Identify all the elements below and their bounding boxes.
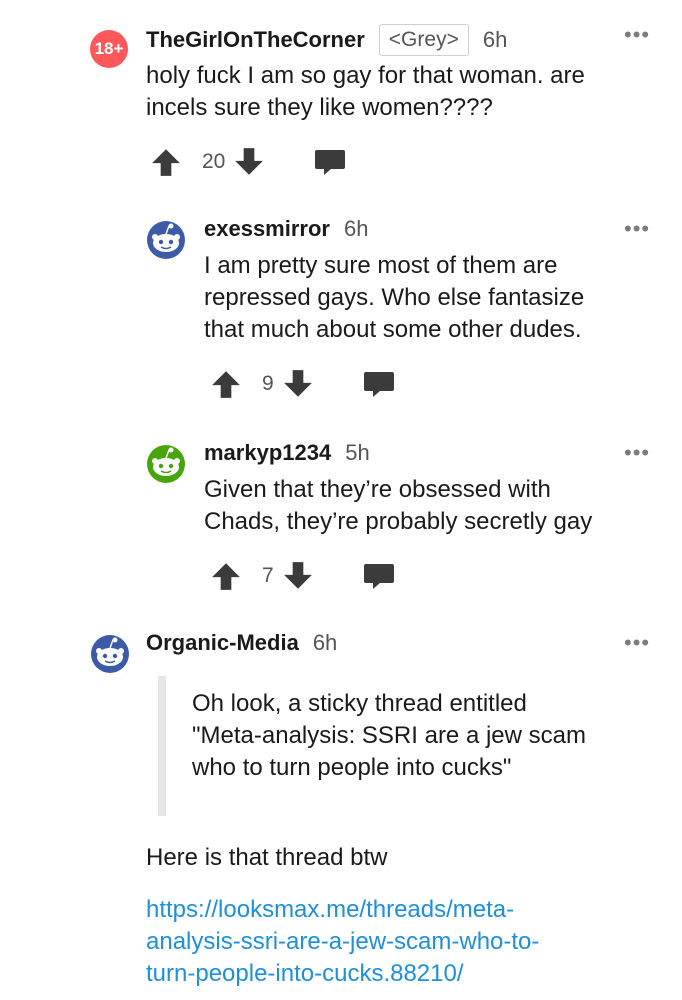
link-line[interactable]: analysis-ssri-are-a-jew-scam-who-to- — [146, 926, 539, 958]
upvote-icon[interactable] — [210, 368, 242, 400]
avatar-icon[interactable] — [146, 444, 186, 484]
comment-line: I am pretty sure most of them are — [204, 252, 558, 279]
link-line[interactable]: turn-people-into-cucks.88210/ — [146, 958, 539, 990]
upvote-icon[interactable] — [150, 146, 182, 178]
comment-line: Here is that thread btw — [146, 844, 388, 871]
comment-body: Here is that thread btw — [146, 842, 387, 874]
vote-bar: 9 — [210, 368, 396, 400]
comment-line: that much about some other dudes. — [204, 316, 582, 343]
user-flair: <Grey> — [378, 24, 469, 56]
link-line[interactable]: https://looksmax.me/threads/meta- — [146, 894, 539, 926]
blockquote-bar — [158, 676, 166, 816]
comment-header: markyp1234 5h — [204, 440, 370, 466]
score: 7 — [262, 564, 274, 587]
vote-bar: 7 — [210, 560, 396, 592]
username[interactable]: exessmirror — [204, 216, 330, 242]
quote-line: "Meta-analysis: SSRI are a jew scam — [192, 722, 586, 749]
avatar-icon[interactable] — [90, 634, 130, 674]
reply-icon[interactable] — [362, 368, 396, 400]
thread-link[interactable]: https://looksmax.me/threads/meta- analys… — [146, 894, 539, 990]
reply-icon[interactable] — [362, 560, 396, 592]
score: 20 — [202, 150, 226, 173]
downvote-icon[interactable] — [282, 560, 314, 592]
comment-body: Given that they’re obsessed with Chads, … — [204, 474, 592, 538]
comment-body: I am pretty sure most of them are repres… — [204, 250, 584, 346]
avatar-icon[interactable] — [146, 220, 186, 260]
more-options-icon[interactable]: ••• — [624, 440, 650, 466]
vote-bar: 20 — [150, 146, 347, 178]
blockquote: Oh look, a sticky thread entitled "Meta-… — [192, 688, 586, 784]
comment-age: 6h — [312, 630, 338, 655]
comment-header: TheGirlOnTheCorner <Grey> 6h — [146, 24, 507, 56]
username[interactable]: TheGirlOnTheCorner — [146, 27, 365, 53]
more-options-icon[interactable]: ••• — [624, 630, 650, 656]
more-options-icon[interactable]: ••• — [624, 216, 650, 242]
comment-header: exessmirror 6h — [204, 216, 368, 242]
comment-line: repressed gays. Who else fantasize — [204, 284, 585, 311]
quote-line: Oh look, a sticky thread entitled — [192, 690, 527, 717]
comment-age: 6h — [482, 27, 508, 52]
nsfw-badge: 18+ — [90, 30, 128, 68]
more-options-icon[interactable]: ••• — [624, 22, 650, 48]
comment-header: Organic-Media 6h — [146, 630, 337, 656]
downvote-icon[interactable] — [282, 368, 314, 400]
downvote-icon[interactable] — [233, 146, 265, 178]
comment-line: Chads, they’re probably secretly gay — [204, 508, 593, 535]
score: 9 — [262, 372, 274, 395]
comment-age: 5h — [345, 440, 370, 465]
comment-age: 6h — [343, 216, 369, 241]
comment-body: holy fuck I am so gay for that woman. ar… — [146, 60, 585, 124]
username[interactable]: markyp1234 — [204, 440, 331, 466]
upvote-icon[interactable] — [210, 560, 242, 592]
reply-icon[interactable] — [313, 146, 347, 178]
quote-line: who to turn people into cucks" — [192, 754, 512, 781]
comment-line: Given that they’re obsessed with — [204, 476, 551, 503]
comment-line: incels sure they like women???? — [146, 94, 493, 121]
comment-line: holy fuck I am so gay for that woman. ar… — [146, 62, 585, 89]
username[interactable]: Organic-Media — [146, 630, 299, 656]
